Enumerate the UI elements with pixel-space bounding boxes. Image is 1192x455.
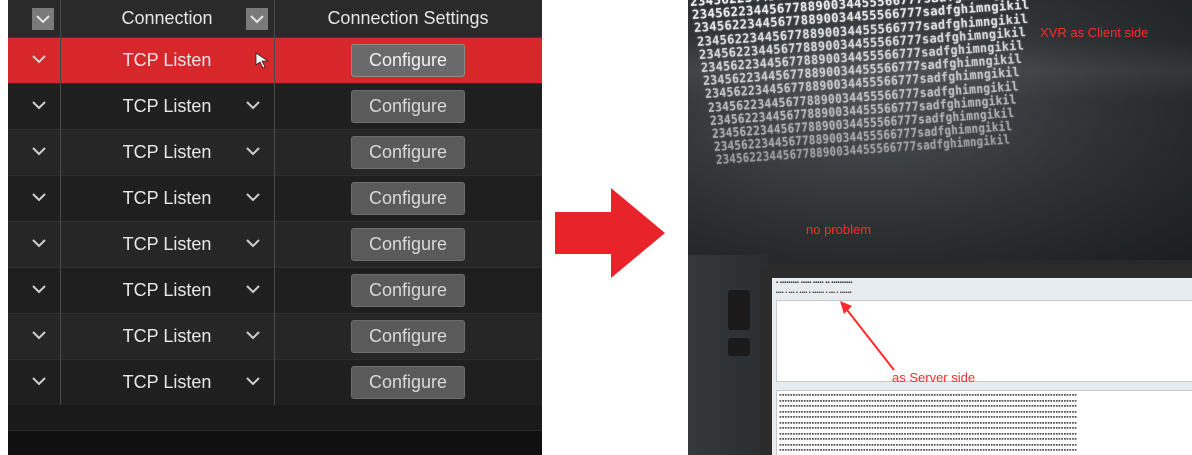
configure-button[interactable]: Configure: [351, 182, 465, 215]
table-row[interactable]: TCP Listen Configure: [8, 38, 542, 84]
chevron-down-icon[interactable]: [246, 235, 266, 255]
test-photo: 2345622344567788900344555667777sadfghimn…: [688, 0, 1192, 455]
chevron-down-icon[interactable]: [32, 327, 52, 347]
configure-button[interactable]: Configure: [351, 44, 465, 77]
received-data-stream: 2345622344567788900344555667777sadfghimn…: [689, 0, 1080, 200]
header-connection: Connection: [121, 8, 213, 28]
log-line: ▪▪▪▪▪▪▪▪▪▪▪▪▪▪▪▪▪▪▪▪▪▪▪▪▪▪▪▪▪▪▪▪▪▪▪▪▪▪▪▪…: [779, 437, 1078, 442]
chevron-down-icon[interactable]: [32, 51, 52, 71]
annotation-arrow: [840, 301, 895, 371]
chevron-down-icon: [250, 15, 264, 24]
right-arrow-icon: [555, 188, 665, 278]
log-line: ▪▪▪▪▪▪▪▪▪▪▪▪▪▪▪▪▪▪▪▪▪▪▪▪▪▪▪▪▪▪▪▪▪▪▪▪▪▪▪▪…: [779, 393, 1078, 398]
connection-type: TCP Listen: [122, 280, 212, 300]
table-empty-row: [8, 405, 542, 430]
connection-type: TCP Listen: [122, 188, 212, 208]
chevron-down-icon[interactable]: [246, 189, 266, 209]
log-line: ▪▪▪▪▪▪▪▪▪▪▪▪▪▪▪▪▪▪▪▪▪▪▪▪▪▪▪▪▪▪▪▪▪▪▪▪▪▪▪▪…: [779, 442, 1078, 448]
server-side-annotation: as Server side: [892, 370, 976, 385]
chevron-down-icon[interactable]: [246, 143, 266, 163]
configure-button[interactable]: Configure: [351, 274, 465, 307]
configure-button[interactable]: Configure: [351, 320, 465, 353]
table-row[interactable]: TCP Listen Configure: [8, 268, 542, 314]
table-row[interactable]: TCP Listen Configure: [8, 130, 542, 176]
chevron-down-icon: [36, 15, 50, 24]
connection-type: TCP Listen: [122, 96, 212, 116]
table-row[interactable]: TCP Listen Configure: [8, 314, 542, 360]
connection-type: TCP Listen: [122, 142, 212, 162]
table-row[interactable]: TCP Listen Configure: [8, 84, 542, 130]
connection-type: TCP Listen: [122, 50, 212, 70]
configure-button[interactable]: Configure: [351, 136, 465, 169]
speaker: [728, 338, 750, 356]
client-side-annotation: XVR as Client side: [1040, 25, 1149, 40]
configure-button[interactable]: Configure: [351, 228, 465, 261]
table-footer: [8, 430, 542, 455]
chevron-down-icon[interactable]: [246, 327, 266, 347]
log-line: ▪▪▪▪▪▪▪▪▪▪▪▪▪▪▪▪▪▪▪▪▪▪▪▪▪▪▪▪▪▪▪▪▪▪▪▪▪▪▪▪…: [779, 415, 1078, 420]
connection-type: TCP Listen: [122, 326, 212, 346]
connection-table: Connection Connection Settings TCP Liste…: [8, 0, 542, 455]
chevron-down-icon[interactable]: [32, 235, 52, 255]
chevron-down-icon[interactable]: [32, 143, 52, 163]
speaker: [728, 290, 750, 330]
mouse-cursor-icon: [255, 52, 270, 69]
tcp-utility-window: ▪ ▪▪▪▪▪▪▪▪▪ ▪▪▪▪▪ ▪▪▪▪▪ ▪▪ ▪▪▪▪▪▪▪▪▪▪ ▪▪…: [772, 278, 1192, 455]
chevron-down-icon[interactable]: [246, 373, 266, 393]
window-title: ▪ ▪▪▪▪▪▪▪▪▪ ▪▪▪▪▪ ▪▪▪▪▪ ▪▪ ▪▪▪▪▪▪▪▪▪▪: [776, 280, 853, 286]
configure-button[interactable]: Configure: [351, 90, 465, 123]
table-header: Connection Connection Settings: [8, 0, 542, 38]
table-row[interactable]: TCP Listen Configure: [8, 176, 542, 222]
configure-button[interactable]: Configure: [351, 366, 465, 399]
log-line: ▪▪▪▪▪▪▪▪▪▪▪▪▪▪▪▪▪▪▪▪▪▪▪▪▪▪▪▪▪▪▪▪▪▪▪▪▪▪▪▪…: [779, 409, 1078, 415]
header-dropdown-button[interactable]: [32, 8, 54, 30]
connection-type: TCP Listen: [122, 372, 212, 392]
chevron-down-icon[interactable]: [32, 373, 52, 393]
no-problem-annotation: no problem: [806, 222, 872, 237]
chevron-down-icon[interactable]: [32, 281, 52, 301]
table-row[interactable]: TCP Listen Configure: [8, 222, 542, 268]
chevron-down-icon[interactable]: [32, 97, 52, 117]
connection-header-dropdown-button[interactable]: [246, 8, 268, 30]
connection-type: TCP Listen: [122, 234, 212, 254]
column-divider: [274, 0, 275, 430]
chevron-down-icon[interactable]: [246, 97, 266, 117]
header-connection-settings: Connection Settings: [327, 8, 489, 28]
log-line: ▪▪▪▪▪▪▪▪▪▪▪▪▪▪▪▪▪▪▪▪▪▪▪▪▪▪▪▪▪▪▪▪▪▪▪▪▪▪▪▪…: [779, 420, 1078, 426]
column-divider: [60, 0, 61, 430]
receive-log: ▪▪▪▪▪▪▪▪▪▪▪▪▪▪▪▪▪▪▪▪▪▪▪▪▪▪▪▪▪▪▪▪▪▪▪▪▪▪▪▪…: [776, 390, 1192, 455]
log-line: ▪▪▪▪▪▪▪▪▪▪▪▪▪▪▪▪▪▪▪▪▪▪▪▪▪▪▪▪▪▪▪▪▪▪▪▪▪▪▪▪…: [779, 448, 1078, 453]
log-line: ▪▪▪▪▪▪▪▪▪▪▪▪▪▪▪▪▪▪▪▪▪▪▪▪▪▪▪▪▪▪▪▪▪▪▪▪▪▪▪▪…: [779, 398, 1078, 404]
laptop: ▪ ▪▪▪▪▪▪▪▪▪ ▪▪▪▪▪ ▪▪▪▪▪ ▪▪ ▪▪▪▪▪▪▪▪▪▪ ▪▪…: [760, 264, 1192, 455]
table-row[interactable]: TCP Listen Configure: [8, 360, 542, 406]
chevron-down-icon[interactable]: [246, 281, 266, 301]
log-line: ▪▪▪▪▪▪▪▪▪▪▪▪▪▪▪▪▪▪▪▪▪▪▪▪▪▪▪▪▪▪▪▪▪▪▪▪▪▪▪▪…: [779, 431, 1078, 437]
log-line: ▪▪▪▪▪▪▪▪▪▪▪▪▪▪▪▪▪▪▪▪▪▪▪▪▪▪▪▪▪▪▪▪▪▪▪▪▪▪▪▪…: [779, 404, 1078, 409]
chevron-down-icon[interactable]: [32, 189, 52, 209]
log-line: ▪▪▪▪▪▪▪▪▪▪▪▪▪▪▪▪▪▪▪▪▪▪▪▪▪▪▪▪▪▪▪▪▪▪▪▪▪▪▪▪…: [779, 426, 1078, 431]
window-tabs[interactable]: ▪▪▪▪ ▪ ▪▪▪ ▪ ▪▪▪▪ ▪ ▪▪▪▪▪▪ ▪ ▪▪▪ ▪ ▪▪▪▪▪…: [776, 290, 852, 296]
